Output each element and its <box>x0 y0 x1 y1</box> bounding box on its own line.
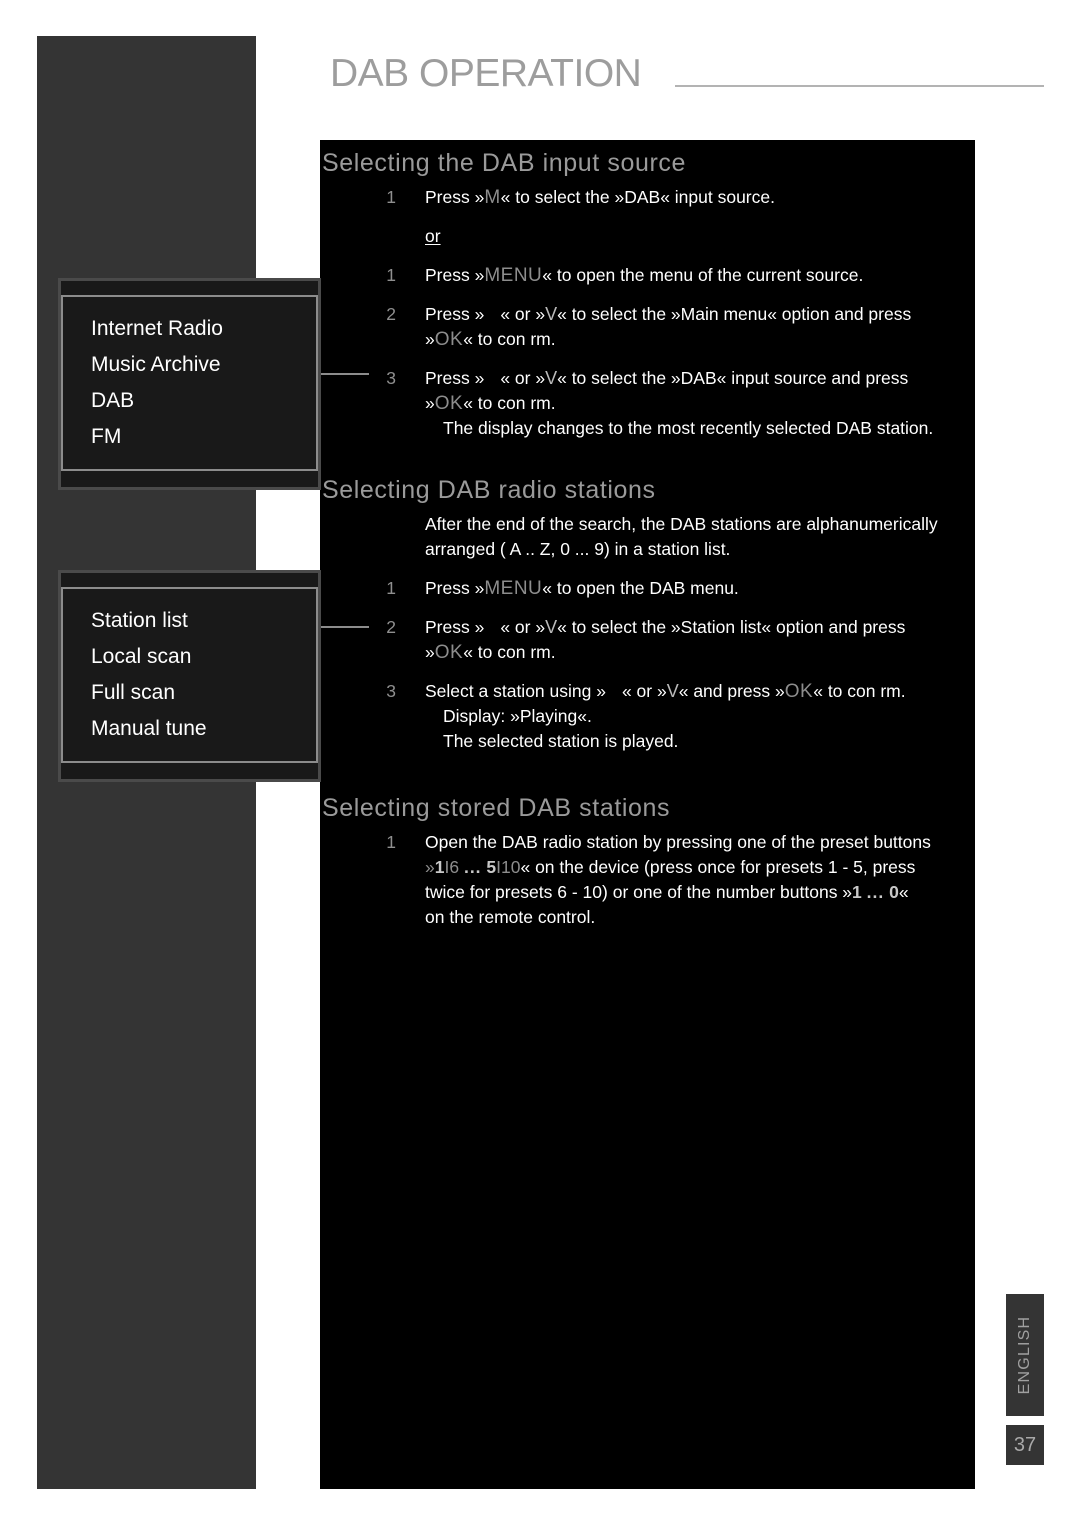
section-selecting-dab-input-source: Selecting the DAB input source 1 Press »… <box>320 148 975 455</box>
step-text-cont: »OK« to con rm. <box>425 642 556 663</box>
step-item: 1 Open the DAB radio station by pressing… <box>320 830 975 930</box>
page-title: DAB OPERATION <box>330 52 642 95</box>
key-caption: OK <box>434 642 464 663</box>
step-number: 3 <box>386 368 396 388</box>
step-number: 3 <box>386 681 396 701</box>
step-text: Press » « or »V« to select the »Station l… <box>425 617 906 637</box>
menu-box-dab-menu[interactable]: Station list Local scan Full scan Manual… <box>58 570 321 782</box>
step-list: 1 Open the DAB radio station by pressing… <box>320 830 975 930</box>
step-item: 2 Press » « or »V« to select the »Station… <box>320 615 975 665</box>
intro-line: arranged ( A .. Z, 0 ... 9) in a station… <box>425 539 731 559</box>
step-text: Press » « or »V« to select the »Main menu… <box>425 304 912 324</box>
section-selecting-stored-dab-stations: Selecting stored DAB stations 1 Open the… <box>320 793 975 944</box>
step-text-cont: »OK« to con rm. <box>425 329 556 350</box>
menu-item-fm[interactable]: FM <box>91 419 316 455</box>
section-title: Selecting DAB radio stations <box>322 476 656 504</box>
menu-box-inner: Station list Local scan Full scan Manual… <box>61 587 318 763</box>
step-number: 1 <box>386 265 396 285</box>
page-number: 37 <box>1006 1425 1044 1465</box>
header-rule <box>675 85 1044 87</box>
step-text: Press »MENU« to open the DAB menu. <box>425 578 739 599</box>
menu-item-local-scan[interactable]: Local scan <box>91 639 316 675</box>
step-note: The display changes to the most recently… <box>443 418 934 438</box>
step-text: Press »M« to select the »DAB« input sour… <box>425 187 775 208</box>
section-title: Selecting stored DAB stations <box>322 794 671 822</box>
ellipsis-glyph: ... <box>866 882 885 902</box>
section-selecting-dab-radio-stations: Selecting DAB radio stations After the e… <box>320 475 975 768</box>
step-text-cont: »OK« to con rm. <box>425 393 556 414</box>
step-list: 1 Press »M« to select the »DAB« input so… <box>320 185 975 441</box>
or-separator: or <box>320 224 975 249</box>
menu-item-music-archive[interactable]: Music Archive <box>91 347 316 383</box>
arrow-down-icon: V <box>545 617 558 637</box>
language-tab-label: ENGLISH <box>1016 1315 1033 1395</box>
menu-item-full-scan[interactable]: Full scan <box>91 675 316 711</box>
or-label: or <box>425 226 441 246</box>
arrow-down-icon: V <box>545 304 558 324</box>
menu-item-dab[interactable]: DAB <box>91 383 316 419</box>
preset-key-low: 1 <box>434 857 445 877</box>
key-caption: OK <box>434 393 464 414</box>
number-key-first: 1 <box>852 882 862 902</box>
step-text: Press »MENU« to open the menu of the cur… <box>425 265 864 286</box>
number-key-last: 0 <box>889 882 899 902</box>
step-item: 1 Press »M« to select the »DAB« input so… <box>320 185 975 210</box>
ellipsis-glyph: ... <box>463 857 482 877</box>
step-item: 1 Press »MENU« to open the DAB menu. <box>320 576 975 601</box>
arrow-down-icon: V <box>666 681 679 701</box>
step-item: 2 Press » « or »V« to select the »Main me… <box>320 302 975 352</box>
step-item: 1 Press »MENU« to open the menu of the c… <box>320 263 975 288</box>
step-number: 1 <box>386 187 396 207</box>
step-text: Open the DAB radio station by pressing o… <box>425 832 931 852</box>
section-title: Selecting the DAB input source <box>322 149 687 177</box>
step-number: 2 <box>386 304 396 324</box>
step-item: 3 Press » « or »V« to select the »DAB« in… <box>320 366 975 441</box>
connector-line-input-source <box>321 373 369 375</box>
key-caption: MENU <box>484 265 543 286</box>
key-caption: OK <box>434 329 464 350</box>
menu-item-manual-tune[interactable]: Manual tune <box>91 711 316 747</box>
step-text: Press » « or »V« to select the »DAB« inpu… <box>425 368 909 388</box>
menu-item-internet-radio[interactable]: Internet Radio <box>91 311 316 347</box>
step-number: 1 <box>386 578 396 598</box>
step-item: 3 Select a station using » « or »V« and p… <box>320 679 975 754</box>
step-text-cont: twice for presets 6 - 10) or one of the … <box>425 882 909 902</box>
step-note: Display: »Playing«. <box>443 706 592 726</box>
key-caption: MENU <box>484 578 543 599</box>
step-note: The selected station is played. <box>443 731 679 751</box>
step-text: Select a station using » « or »V« and pre… <box>425 681 906 702</box>
menu-box-inner: Internet Radio Music Archive DAB FM <box>61 295 318 471</box>
step-number: 1 <box>386 832 396 852</box>
language-tab: ENGLISH <box>1006 1294 1044 1416</box>
menu-item-station-list[interactable]: Station list <box>91 603 316 639</box>
key-caption: OK <box>784 681 814 702</box>
step-text-cont: »1I6 ... 5I10« on the device (press once… <box>425 857 916 877</box>
page-header: DAB OPERATION <box>330 52 1044 98</box>
key-caption: M <box>484 187 501 208</box>
intro-line: After the end of the search, the DAB sta… <box>425 514 938 534</box>
step-number: 2 <box>386 617 396 637</box>
step-text-cont: on the remote control. <box>425 907 596 927</box>
step-list: After the end of the search, the DAB sta… <box>320 512 975 754</box>
connector-line-dab-menu <box>321 626 369 628</box>
section-intro: After the end of the search, the DAB sta… <box>320 512 975 562</box>
menu-box-input-source[interactable]: Internet Radio Music Archive DAB FM <box>58 278 321 490</box>
preset-key-high: 5 <box>486 857 497 877</box>
arrow-down-icon: V <box>545 368 558 388</box>
content-panel: Selecting the DAB input source 1 Press »… <box>320 140 975 1489</box>
